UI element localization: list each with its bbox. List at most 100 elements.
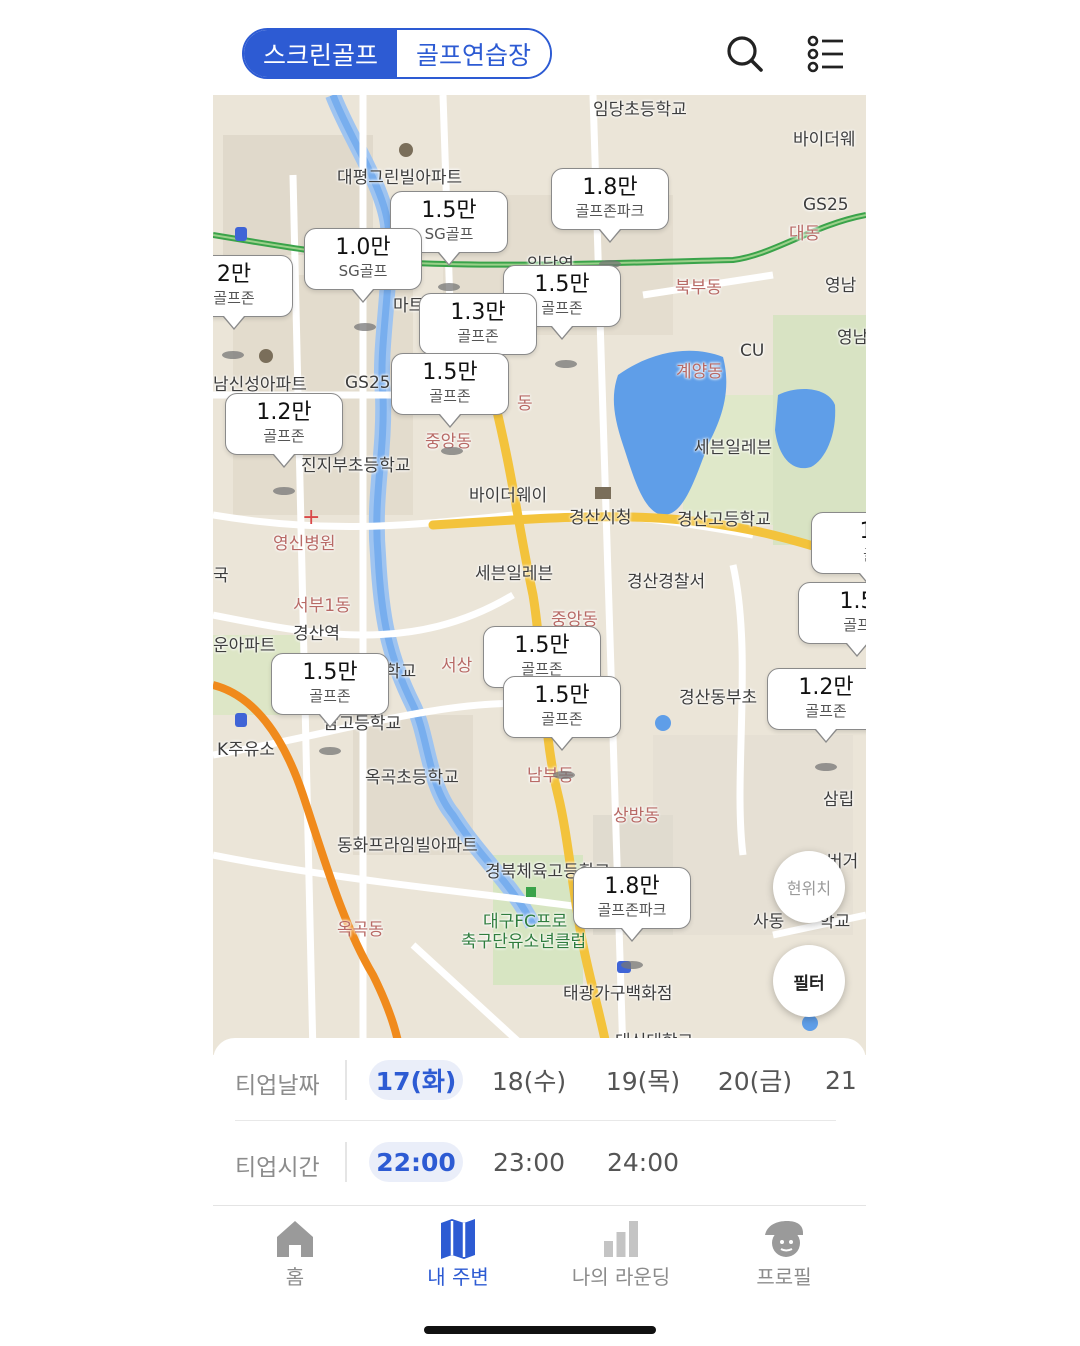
segment-screen-golf[interactable]: 스크린골프 (244, 30, 397, 77)
map-label: 학교 (385, 662, 417, 682)
date-chip[interactable]: 20(금) (709, 1060, 801, 1100)
golf-price-pin[interactable]: 1.3만골프존 (419, 293, 537, 368)
pin-price: 1.5만 (534, 683, 590, 708)
map-label: 서부1동 (293, 596, 351, 616)
tab-my-rounding[interactable]: 나의 라운딩 (541, 1215, 701, 1290)
map-label: 계양동 (676, 362, 723, 382)
tab-label: 나의 라운딩 (571, 1265, 671, 1289)
pin-price: 1.5만 (514, 633, 570, 658)
date-chip[interactable]: 18(수) (483, 1060, 575, 1100)
map-label: 경산동부초 (679, 688, 758, 708)
pin-venue: 골프존 (263, 427, 305, 445)
pin-price: 1.8만 (604, 874, 660, 899)
tee-date-label: 티업날짜 (235, 1073, 320, 1099)
pin-anchor (815, 763, 837, 771)
map-label: GS25 (345, 373, 391, 393)
pin-venue: 골프존 (213, 289, 255, 307)
map-label: 바이더웨 (793, 130, 856, 150)
map-label: 삼립 (823, 790, 855, 810)
map-label: 옥곡동 (337, 920, 384, 940)
map-label: 세븐일레븐 (694, 438, 773, 458)
search-icon[interactable] (721, 30, 769, 78)
pin-price: 2만 (216, 262, 252, 287)
profile-icon (765, 1221, 803, 1257)
map-label: K주유소 (217, 740, 276, 760)
golf-price-pin[interactable]: 1.8만골프존파크 (551, 168, 669, 243)
tab-label: 홈 (285, 1265, 305, 1289)
pin-anchor (621, 961, 643, 969)
current-location-button[interactable]: 현위치 (773, 851, 845, 923)
map-label: CU (740, 341, 765, 361)
pin-anchor (553, 771, 575, 779)
pin-price: 1.8만 (582, 175, 638, 200)
gas-station-poi-icon (235, 227, 247, 241)
pin-price: 1.3만 (450, 300, 506, 325)
pin-anchor (319, 747, 341, 755)
golf-price-pin[interactable]: 2만골프존 (213, 255, 293, 330)
map-label: 경산시청 (569, 508, 632, 528)
map-label: 서상 (441, 656, 473, 676)
pin-price: 1.5 (839, 589, 867, 614)
pin-venue: 골프존파크 (575, 202, 645, 220)
map-label: 사동 (753, 912, 785, 932)
apartment-poi-icon (399, 143, 413, 157)
golf-price-pin[interactable]: 1.5만골프존 (391, 353, 509, 428)
golf-price-pin[interactable]: 1.5 골프 (798, 582, 867, 657)
list-menu-icon[interactable] (803, 30, 851, 78)
golf-price-pin[interactable]: 1.골 (811, 512, 866, 587)
golf-price-pin[interactable]: 1.2만골프존 (225, 393, 343, 468)
map-label: 대동 (789, 224, 821, 244)
pin-anchor (354, 323, 376, 331)
map-label: 대평그린빌아파트 (337, 168, 463, 188)
golf-price-pin[interactable]: 1.2만 골프존 (767, 668, 866, 743)
map-label: 세븐일레븐 (475, 564, 554, 584)
pin-price: 1.5만 (422, 360, 478, 385)
date-chip[interactable]: 21 (825, 1060, 866, 1100)
map-label: 동 (517, 394, 533, 414)
tee-time-sheet: 티업날짜 17(화) 18(수) 19(목) 20(금) 21 티업시간 22:… (213, 1038, 866, 1206)
tab-profile[interactable]: 프로필 (704, 1215, 864, 1290)
pin-venue: 골프존 (309, 687, 351, 705)
golf-price-pin[interactable]: 1.5만골프존 (503, 676, 621, 751)
date-chip[interactable]: 17(화) (369, 1060, 463, 1100)
pin-anchor (555, 360, 577, 368)
time-chip[interactable]: 23:00 (483, 1142, 575, 1182)
golf-price-pin[interactable]: 1.0만 SG골프 (304, 228, 422, 303)
map-label: 축구단유소년클럽 (461, 932, 587, 952)
pin-venue: 골프존파크 (597, 901, 667, 919)
pin-venue: 골프존 (457, 327, 499, 345)
home-icon (277, 1221, 313, 1257)
map-view[interactable]: 임당초등학교 바이더웨 대평그린빌아파트 GS25 대동 임당역 영남 북부동 … (213, 95, 866, 1055)
time-chip[interactable]: 24:00 (597, 1142, 689, 1182)
gas-station-poi-icon (235, 713, 247, 727)
pin-venue: 골프 (843, 616, 866, 634)
date-chip[interactable]: 19(목) (597, 1060, 689, 1100)
map-label: 북부동 (675, 278, 722, 298)
tab-home[interactable]: 홈 (215, 1215, 375, 1290)
pin-venue: 골프존 (429, 387, 471, 405)
map-label: 경산고등학교 (677, 510, 771, 530)
tab-nearby[interactable]: 내 주변 (378, 1215, 538, 1290)
divider (345, 1060, 347, 1100)
pin-price: 1.5만 (421, 198, 477, 223)
map-label: 동화프라임빌아파트 (337, 836, 478, 856)
map-label: 상방동 (613, 806, 660, 826)
home-indicator (424, 1326, 656, 1334)
pin-anchor (438, 283, 460, 291)
segment-driving-range[interactable]: 골프연습장 (397, 30, 550, 77)
pin-price: 1.2만 (256, 400, 312, 425)
pin-venue: SG골프 (338, 262, 388, 280)
pin-venue: 골프존 (541, 710, 583, 728)
golf-price-pin[interactable]: 1.5만골프존 (271, 653, 389, 728)
filter-button[interactable]: 필터 (773, 945, 845, 1017)
pin-anchor (441, 447, 463, 455)
tab-label: 내 주변 (427, 1265, 489, 1289)
golf-price-pin[interactable]: 1.8만골프존파크 (573, 867, 691, 942)
pin-price: 1.0만 (335, 235, 391, 260)
pin-anchor (273, 487, 295, 495)
map-label: 운아파트 (213, 636, 276, 656)
time-chip[interactable]: 22:00 (369, 1142, 463, 1182)
pin-price: 1.5만 (302, 660, 358, 685)
hospital-poi-icon: + (302, 505, 321, 530)
tee-time-label: 티업시간 (235, 1155, 320, 1181)
